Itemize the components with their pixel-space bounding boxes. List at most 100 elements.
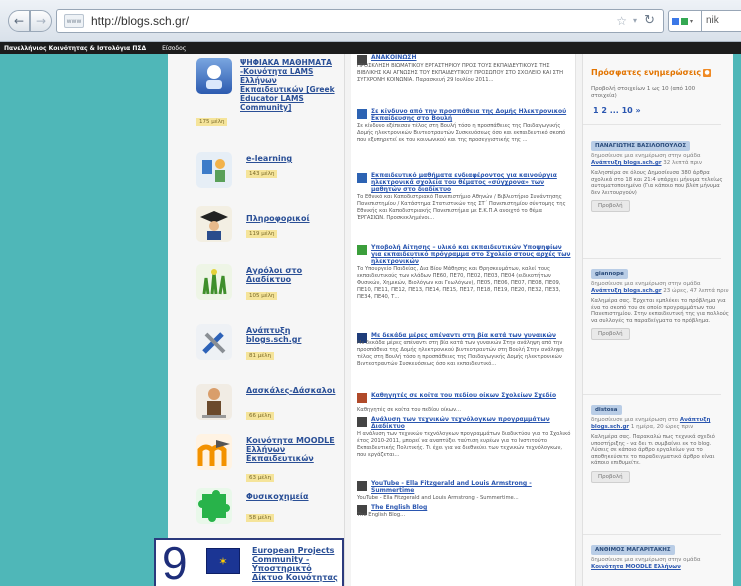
sidebar-heading-text: Πρόσφατες ενημερώσεις (591, 68, 702, 77)
reload-icon[interactable]: ↻ (644, 13, 655, 28)
eu-flag-icon: ✶ (206, 548, 240, 574)
plants-icon (196, 264, 232, 300)
member-count-badge: 58 μέλη (246, 514, 274, 522)
rank-number: 9 (162, 537, 188, 586)
post-title-link[interactable]: Με δεκάδα μέρες απέναντι στη βία κατά τω… (371, 332, 571, 339)
activity-text: δημοσίευσε μια ενημέρωση στην ομάδα Ανάπ… (591, 153, 729, 167)
post-title-link[interactable]: Καθηγητές σε κοίτα του πεδίου οίκων Σχολ… (371, 392, 571, 399)
activity-item: ΑΝΘΙΜΟΣ ΜΑΓΑΡΙΤΑΚΗΣ δημοσίευσε μια ενημέ… (591, 544, 729, 571)
rss-icon[interactable]: ● (703, 68, 712, 77)
pagination-links[interactable]: 1 2 ... 10 » (593, 106, 641, 115)
activity-action: δημοσίευσε μια ενημέρωση στην ομάδα (591, 153, 701, 159)
community-title[interactable]: Κοινότητα MOODLE Ελλήνων Εκπαιδευτικών (246, 436, 341, 463)
divider (583, 534, 721, 535)
post-thumbnail-icon (357, 481, 367, 491)
site-name-link[interactable]: Πανελλήνιος Κοινότητας & Ιστολόγια ΠΣΔ (4, 45, 146, 52)
member-count-badge: 175 μέλη (196, 118, 228, 126)
post-excerpt: ΠΡΟΣΚΛΗΣΗ ΒΙΩΜΑΤΙΚΟΥ ΕΡΓΑΣΤΗΡΙΟΥ ΠΡΟΣ ΤΟ… (357, 63, 564, 83)
activity-content: Καλησπέρα σε όλους Δημοσίευσα 380 άρθρα … (591, 170, 723, 196)
community-item[interactable]: Δασκάλες-Δάσκαλοι 66 μέλη (196, 384, 341, 424)
bookmark-star-icon[interactable]: ☆ (616, 14, 627, 28)
post-title-link[interactable]: The English Blog (371, 504, 571, 511)
post-title-link[interactable]: YouTube - Ella Fitzgerald and Louis Arms… (371, 480, 571, 494)
community-item[interactable]: Φυσικοχημεία 58 μέλη (196, 488, 341, 528)
community-title[interactable]: Δασκάλες-Δάσκαλοι (246, 386, 341, 395)
history-dropdown-icon[interactable]: ▾ (633, 16, 637, 25)
communities-column: ΨΗΦΙΑΚΑ ΜΑΘΗΜΑΤΑ -Κοινότητα LAMS Ελλήνων… (154, 54, 345, 586)
post-title-link[interactable]: Σε κίνδυνο από την προσπάθεια της Δομής … (371, 108, 571, 122)
post-thumbnail-icon (357, 417, 367, 427)
search-engine-icon[interactable]: ▾ (668, 10, 702, 32)
community-title[interactable]: e-learning (246, 154, 341, 163)
post-excerpt: Σε κίνδυνο εξέπεσαν τέλος στη Βουλή τόσο… (357, 123, 566, 143)
user-link[interactable]: distosa (591, 405, 622, 415)
highlighted-community[interactable]: 9 ✶ European Projects Community - Υποστη… (154, 537, 344, 586)
user-link[interactable]: ΠΑΝΑΓΙΩΤΗΣ ΒΑΣΙΛΟΠΟΥΛΟΣ (591, 141, 691, 151)
activity-content: Καλημέρα σας. Έρχεται εμπλέκει το πρόβλη… (591, 298, 729, 324)
community-item[interactable]: ΨΗΦΙΑΚΑ ΜΑΘΗΜΑΤΑ -Κοινότητα LAMS Ελλήνων… (196, 58, 341, 130)
login-link[interactable]: Είσοδος (162, 45, 186, 52)
member-count-badge: 119 μέλη (246, 230, 278, 238)
e-learning-icon (196, 152, 232, 188)
user-link[interactable]: giannope (591, 269, 628, 279)
browser-toolbar: ← → www http://blogs.sch.gr/ ☆ ▾ ↻ ▾ nik (0, 0, 741, 42)
sidebar-heading: Πρόσφατες ενημερώσεις ● (591, 68, 712, 77)
activity-time: 1 ημέρα, 20 ώρες πριν (630, 424, 694, 430)
posts-column: ΑΝΑΚΟΙΝΩΣΗ ΠΡΟΣΚΛΗΣΗ ΒΙΩΜΑΤΙΚΟΥ ΕΡΓΑΣΤΗΡ… (351, 54, 576, 586)
activity-time: 23 ώρες, 47 λεπτά πριν (663, 288, 729, 294)
community-title[interactable]: Αγρόλοι στο Διαδίκτυο (246, 266, 341, 284)
community-item[interactable]: Πληροφορικοί 119 μέλη (196, 206, 341, 246)
page-content: ΨΗΦΙΑΚΑ ΜΑΘΗΜΑΤΑ -Κοινότητα LAMS Ελλήνων… (154, 54, 733, 586)
community-title[interactable]: ΨΗΦΙΑΚΑ ΜΑΘΗΜΑΤΑ -Κοινότητα LAMS Ελλήνων… (240, 58, 335, 112)
community-item[interactable]: Αγρόλοι στο Διαδίκτυο 105 μέλη (196, 264, 341, 304)
member-count-badge: 63 μέλη (246, 474, 274, 482)
post-excerpt: YouTube - Ella Fitzgerald and Louis Arms… (357, 495, 519, 501)
member-count-badge: 105 μέλη (246, 292, 278, 300)
activity-text: δημοσίευσε μια ενημέρωση στην ομάδα Ανάπ… (591, 281, 729, 295)
pagination-info: Προβολή στοιχείων 1 ως 10 (από 100 στοιχ… (591, 86, 696, 99)
group-link[interactable]: Ανάπτυξη blogs.sch.gr (591, 160, 662, 166)
address-bar[interactable]: www http://blogs.sch.gr/ ☆ ▾ ↻ (56, 9, 664, 33)
post-excerpt: Με δεκάδα μέρες απέναντι στη βία κατά τω… (357, 340, 564, 367)
community-item[interactable]: Κοινότητα MOODLE Ελλήνων Εκπαιδευτικών 6… (196, 434, 341, 482)
graduate-icon (196, 206, 232, 242)
community-title[interactable]: Φυσικοχημεία (246, 492, 341, 501)
post-title-link[interactable]: Υποβολή Αίτησης – υλικό και εκπαιδευτικώ… (371, 244, 571, 265)
post-title-link[interactable]: Ανάλυση των τεχνικών τεχνόλογκων προγραμ… (371, 416, 571, 430)
activity-item: ΠΑΝΑΓΙΩΤΗΣ ΒΑΣΙΛΟΠΟΥΛΟΣ δημοσίευσε μια ε… (591, 140, 729, 213)
url-text[interactable]: http://blogs.sch.gr/ (91, 14, 189, 28)
community-title[interactable]: European Projects Community - Υποστηρικτ… (252, 546, 340, 582)
member-count-badge: 66 μέλη (246, 412, 274, 420)
post-excerpt: The English Blog... (357, 512, 406, 518)
post-thumbnail-icon (357, 109, 367, 119)
moodle-icon (196, 434, 232, 470)
search-input[interactable]: nik (702, 10, 741, 32)
view-button[interactable]: Προβολή (591, 470, 630, 483)
lams-icon (196, 58, 232, 94)
post-title-link[interactable]: Εκπαιδευτικό μαθήματα ενδιαφέροντος για … (371, 172, 571, 193)
community-title[interactable]: Πληροφορικοί (246, 214, 341, 223)
back-arrow-icon[interactable]: ← (8, 10, 30, 32)
post-thumbnail-icon (357, 245, 367, 255)
user-link[interactable]: ΑΝΘΙΜΟΣ ΜΑΓΑΡΙΤΑΚΗΣ (591, 545, 675, 555)
community-item[interactable]: Ανάπτυξη blogs.sch.gr 81 μέλη (196, 324, 341, 364)
divider (583, 258, 721, 259)
activity-content: Καλημέρα σας. Παρακαλώ πως τεχνικά σχεδι… (591, 434, 715, 467)
community-title[interactable]: Ανάπτυξη blogs.sch.gr (246, 326, 341, 344)
activity-text: δημοσίευσε μια ενημέρωση στο Ανάπτυξη bl… (591, 417, 729, 431)
group-link[interactable]: Ανάπτυξη blogs.sch.gr (591, 288, 662, 294)
activity-text: δημοσίευσε μια ενημέρωση στην ομάδα Κοιν… (591, 557, 729, 571)
activity-action: δημοσίευσε μια ενημέρωση στο (591, 417, 679, 423)
post-title-link[interactable]: ΑΝΑΚΟΙΝΩΣΗ (371, 54, 571, 61)
forward-arrow-icon[interactable]: → (30, 10, 52, 32)
site-admin-bar: Πανελλήνιος Κοινότητας & Ιστολόγια ΠΣΔ Ε… (0, 42, 741, 54)
post-thumbnail-icon (357, 173, 367, 183)
teacher-icon (196, 384, 232, 420)
view-button[interactable]: Προβολή (591, 200, 630, 213)
community-item[interactable]: e-learning 143 μέλη (196, 152, 341, 192)
activity-item: giannope δημοσίευσε μια ενημέρωση στην ο… (591, 268, 729, 341)
view-button[interactable]: Προβολή (591, 328, 630, 341)
group-link[interactable]: Κοινότητα MOODLE Ελλήνων (591, 564, 681, 570)
divider (583, 394, 721, 395)
site-identity-icon[interactable]: www (64, 14, 84, 28)
